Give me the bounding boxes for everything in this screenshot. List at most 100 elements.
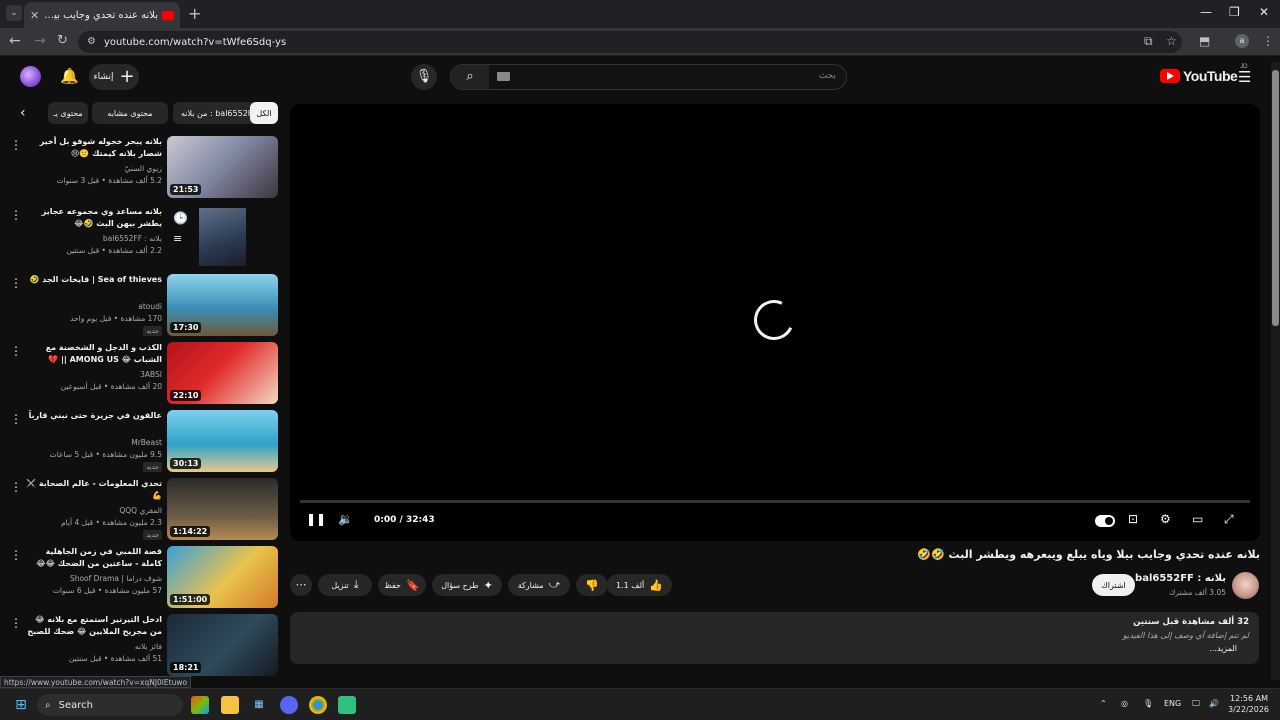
- keyboard-icon[interactable]: [497, 72, 510, 81]
- more-actions-icon[interactable]: ⋯: [290, 574, 312, 596]
- page-scrollbar[interactable]: [1271, 62, 1280, 680]
- reload-icon[interactable]: ↻: [57, 33, 68, 48]
- discord-icon[interactable]: [280, 696, 298, 714]
- show-more-link[interactable]: ...المزيد: [1209, 644, 1237, 653]
- video-title[interactable]: عالقون في جزيرة حتى نبني قارباً: [26, 410, 162, 422]
- pause-icon[interactable]: ❚❚: [306, 512, 326, 526]
- more-actions-icon[interactable]: ⋮: [10, 276, 22, 290]
- video-thumbnail[interactable]: 17:30: [167, 274, 278, 336]
- browser-menu-icon[interactable]: ⋮: [1262, 34, 1274, 48]
- chrome-icon[interactable]: [309, 696, 327, 714]
- more-actions-icon[interactable]: ⋮: [10, 412, 22, 426]
- store-icon[interactable]: ▦: [250, 696, 268, 714]
- video-title[interactable]: بلانه مساعد وي مجموعه عجايز يطشر بيهن ال…: [26, 206, 162, 230]
- video-title[interactable]: قصة اللمبي في زمن الجاهلية كاملة - ساعتي…: [26, 546, 162, 571]
- list-item[interactable]: 1:14:22 تحدي المعلومات - عالم الصحابة ⚔️…: [0, 478, 282, 544]
- video-title[interactable]: الكذب و الدجل و الشخصنة مع الشباب 😂 AMON…: [26, 342, 162, 366]
- settings-gear-icon[interactable]: ⚙: [1160, 512, 1171, 526]
- more-actions-icon[interactable]: ⋮: [10, 208, 22, 222]
- chip-similar-content[interactable]: محتوى مشابه: [92, 102, 168, 124]
- subscribe-button[interactable]: اشتراك: [1092, 574, 1135, 596]
- more-actions-icon[interactable]: ⋮: [10, 548, 22, 562]
- channel-name[interactable]: زيوي السنيّ: [26, 164, 162, 173]
- file-explorer-icon[interactable]: [221, 696, 239, 714]
- new-tab-icon[interactable]: +: [188, 4, 201, 23]
- browser-tab[interactable]: بلانه عنده تحدي وجايب بيلا وياه ي ✕: [24, 2, 180, 28]
- youtube-logo[interactable]: YouTube JO: [1160, 64, 1247, 84]
- theater-mode-icon[interactable]: ▭: [1192, 512, 1203, 526]
- subtitles-icon[interactable]: ⊡: [1128, 512, 1138, 526]
- video-thumbnail[interactable]: 1:51:00: [167, 546, 278, 608]
- video-thumbnail[interactable]: 18:21: [167, 614, 278, 676]
- app-icon[interactable]: [338, 696, 356, 714]
- extensions-icon[interactable]: ⬒: [1199, 34, 1210, 48]
- more-actions-icon[interactable]: ⋮: [10, 480, 22, 494]
- video-thumbnail[interactable]: 21:53: [167, 136, 278, 198]
- add-to-queue-icon[interactable]: ≡: [173, 232, 182, 245]
- site-info-icon[interactable]: ⚙: [87, 36, 96, 47]
- download-button[interactable]: تنزيل ⤓: [318, 574, 372, 596]
- video-title[interactable]: Sea of thieves | قايخات الجد 🤣: [26, 274, 162, 286]
- restore-icon[interactable]: ❐: [1229, 5, 1240, 19]
- cast-icon[interactable]: ⧉: [1144, 34, 1153, 49]
- watch-later-icon[interactable]: 🕒: [173, 211, 188, 225]
- guide-menu-icon[interactable]: ☰: [1238, 68, 1251, 86]
- list-item[interactable]: 21:53 بلانه يبحر خجوله شوفو بل أخير شصار…: [0, 136, 282, 202]
- search-box[interactable]: ⌕ بحث: [450, 64, 847, 90]
- bookmark-star-icon[interactable]: ☆: [1166, 34, 1177, 48]
- channel-name[interactable]: 3ABSI: [26, 370, 162, 379]
- notifications-bell-icon[interactable]: 🔔: [60, 67, 79, 85]
- tray-app-icon[interactable]: ◎: [1121, 699, 1128, 708]
- volume-icon[interactable]: 🔊: [1209, 699, 1219, 708]
- save-button[interactable]: حفظ 🔖: [378, 574, 426, 596]
- channel-name[interactable]: بلانه : bal6552FF: [26, 234, 162, 243]
- chips-scroll-left-icon[interactable]: ‹: [20, 105, 26, 121]
- back-icon[interactable]: ←: [9, 33, 21, 49]
- channel-name[interactable]: فائز بلانه: [26, 642, 162, 651]
- tab-search-icon[interactable]: ⌄: [6, 5, 22, 21]
- close-tab-icon[interactable]: ✕: [30, 9, 39, 22]
- ask-button[interactable]: طرح سؤال ✦: [432, 574, 502, 596]
- video-title[interactable]: بلانه يبحر خجوله شوفو بل أخير شصار بلانه…: [26, 136, 162, 160]
- list-item[interactable]: 17:30 Sea of thieves | قايخات الجد 🤣 ato…: [0, 274, 282, 340]
- volume-icon[interactable]: 🔉: [338, 512, 353, 526]
- video-title[interactable]: ادخل التيرنير استمتع مع بلانه 😂 من مجريح…: [26, 614, 162, 638]
- close-window-icon[interactable]: ✕: [1259, 5, 1269, 19]
- like-button[interactable]: 1.1 ألف 👍: [607, 574, 672, 596]
- channel-name[interactable]: MrBeast: [26, 438, 162, 447]
- list-item[interactable]: 1:51:00 قصة اللمبي في زمن الجاهلية كاملة…: [0, 546, 282, 612]
- video-thumbnail[interactable]: 🕒 ≡: [167, 206, 278, 268]
- video-thumbnail[interactable]: 22:10: [167, 342, 278, 404]
- video-thumbnail[interactable]: 30:13: [167, 410, 278, 472]
- system-clock[interactable]: 12:56 AM 3/22/2026: [1228, 693, 1269, 715]
- progress-bar[interactable]: [300, 500, 1250, 503]
- create-button[interactable]: إنشاء +: [89, 64, 139, 90]
- account-avatar[interactable]: [20, 66, 41, 87]
- search-icon[interactable]: ⌕: [451, 65, 489, 89]
- autoplay-toggle[interactable]: [1095, 515, 1115, 527]
- list-item[interactable]: 30:13 عالقون في جزيرة حتى نبني قارباً Mr…: [0, 410, 282, 476]
- share-button[interactable]: مشاركة ⤻: [508, 574, 570, 596]
- minimize-icon[interactable]: —: [1200, 5, 1212, 19]
- channel-avatar[interactable]: [1232, 572, 1259, 599]
- video-player[interactable]: ❚❚ 🔉 0:00 / 32:43 ⊡ ⚙ ▭ ⤢: [290, 104, 1260, 541]
- list-item[interactable]: 🕒 ≡ بلانه مساعد وي مجموعه عجايز يطشر بيه…: [0, 206, 282, 272]
- video-thumbnail[interactable]: 1:14:22: [167, 478, 278, 540]
- channel-name[interactable]: شوف دراما | Shoof Drama: [26, 574, 162, 583]
- microphone-icon[interactable]: 🎙: [1143, 699, 1153, 708]
- taskbar-search[interactable]: ⌕ Search: [37, 694, 183, 716]
- profile-avatar[interactable]: a: [1235, 34, 1249, 48]
- list-item[interactable]: 22:10 الكذب و الدجل و الشخصنة مع الشباب …: [0, 342, 282, 408]
- widgets-icon[interactable]: [191, 696, 209, 714]
- address-bar[interactable]: ⚙ youtube.com/watch?v=tWfe6Sdq-ys: [78, 31, 1182, 53]
- voice-search-mic-icon[interactable]: 🎙: [411, 64, 437, 90]
- more-actions-icon[interactable]: ⋮: [10, 138, 22, 152]
- scrollbar-thumb[interactable]: [1272, 70, 1279, 326]
- fullscreen-icon[interactable]: ⤢: [1224, 512, 1234, 527]
- description-box[interactable]: 32 ألف مشاهدة قبل سنتين لم تتم إضافة أي …: [290, 612, 1259, 664]
- forward-icon[interactable]: →: [34, 33, 46, 49]
- more-actions-icon[interactable]: ⋮: [10, 616, 22, 630]
- language-indicator[interactable]: ENG: [1164, 699, 1181, 708]
- more-actions-icon[interactable]: ⋮: [10, 344, 22, 358]
- channel-name[interactable]: atoudi: [26, 302, 162, 311]
